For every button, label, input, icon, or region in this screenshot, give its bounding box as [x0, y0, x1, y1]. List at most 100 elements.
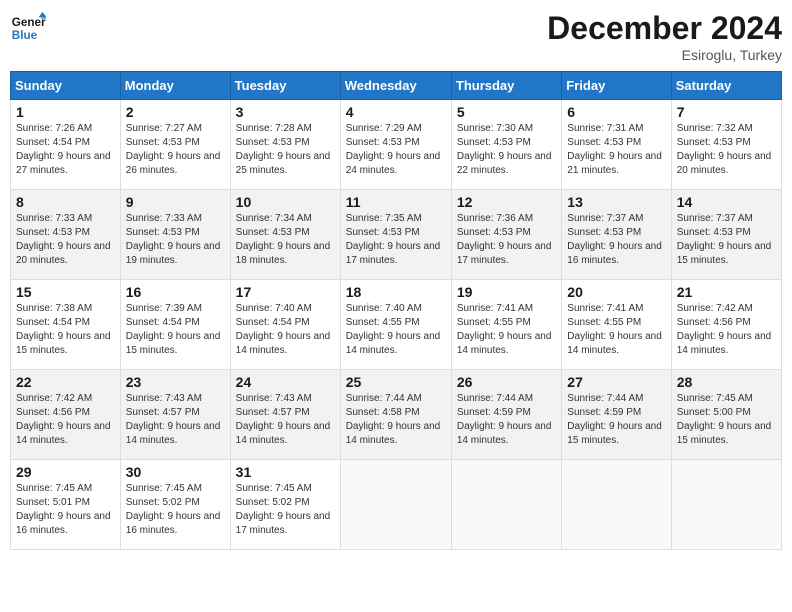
day-number: 9 — [126, 194, 225, 210]
calendar-cell: 10 Sunrise: 7:34 AMSunset: 4:53 PMDayligh… — [230, 190, 340, 280]
day-number: 26 — [457, 374, 556, 390]
day-info: Sunrise: 7:41 AMSunset: 4:55 PMDaylight:… — [457, 302, 556, 358]
day-info: Sunrise: 7:37 AMSunset: 4:53 PMDaylight:… — [677, 212, 776, 268]
calendar-cell: 23 Sunrise: 7:43 AMSunset: 4:57 PMDayligh… — [120, 370, 230, 460]
day-info: Sunrise: 7:28 AMSunset: 4:53 PMDaylight:… — [236, 122, 335, 178]
calendar-cell: 13 Sunrise: 7:37 AMSunset: 4:53 PMDayligh… — [562, 190, 671, 280]
day-info: Sunrise: 7:27 AMSunset: 4:53 PMDaylight:… — [126, 122, 225, 178]
day-header-wednesday: Wednesday — [340, 72, 451, 100]
day-number: 30 — [126, 464, 225, 480]
calendar-cell — [671, 460, 781, 550]
calendar-cell: 15 Sunrise: 7:38 AMSunset: 4:54 PMDayligh… — [11, 280, 121, 370]
logo-icon: General Blue — [10, 10, 46, 46]
calendar-cell: 4 Sunrise: 7:29 AMSunset: 4:53 PMDaylight… — [340, 100, 451, 190]
day-info: Sunrise: 7:44 AMSunset: 4:59 PMDaylight:… — [567, 392, 665, 448]
day-info: Sunrise: 7:44 AMSunset: 4:58 PMDaylight:… — [346, 392, 446, 448]
calendar-table: SundayMondayTuesdayWednesdayThursdayFrid… — [10, 71, 782, 550]
calendar-cell: 9 Sunrise: 7:33 AMSunset: 4:53 PMDaylight… — [120, 190, 230, 280]
calendar-cell: 24Sunrise: 7:43 AMSunset: 4:57 PMDayligh… — [230, 370, 340, 460]
calendar-cell: 21Sunrise: 7:42 AMSunset: 4:56 PMDayligh… — [671, 280, 781, 370]
calendar-cell: 30 Sunrise: 7:45 AMSunset: 5:02 PMDayligh… — [120, 460, 230, 550]
day-info: Sunrise: 7:31 AMSunset: 4:53 PMDaylight:… — [567, 122, 665, 178]
day-info: Sunrise: 7:33 AMSunset: 4:53 PMDaylight:… — [16, 212, 115, 268]
day-number: 1 — [16, 104, 115, 120]
page-header: General Blue December 2024 Esiroglu, Tur… — [10, 10, 782, 63]
day-info: Sunrise: 7:45 AMSunset: 5:00 PMDaylight:… — [677, 392, 776, 448]
calendar-header-row: SundayMondayTuesdayWednesdayThursdayFrid… — [11, 72, 782, 100]
day-number: 24 — [236, 374, 335, 390]
day-number: 13 — [567, 194, 665, 210]
day-info: Sunrise: 7:45 AMSunset: 5:02 PMDaylight:… — [236, 482, 335, 538]
day-number: 22 — [16, 374, 115, 390]
calendar-week-row: 29Sunrise: 7:45 AMSunset: 5:01 PMDayligh… — [11, 460, 782, 550]
day-info: Sunrise: 7:45 AMSunset: 5:02 PMDaylight:… — [126, 482, 225, 538]
day-number: 20 — [567, 284, 665, 300]
calendar-cell: 31 Sunrise: 7:45 AMSunset: 5:02 PMDayligh… — [230, 460, 340, 550]
day-header-sunday: Sunday — [11, 72, 121, 100]
day-header-tuesday: Tuesday — [230, 72, 340, 100]
day-number: 18 — [346, 284, 446, 300]
day-info: Sunrise: 7:37 AMSunset: 4:53 PMDaylight:… — [567, 212, 665, 268]
calendar-cell: 27 Sunrise: 7:44 AMSunset: 4:59 PMDayligh… — [562, 370, 671, 460]
day-number: 25 — [346, 374, 446, 390]
calendar-cell: 7Sunrise: 7:32 AMSunset: 4:53 PMDaylight… — [671, 100, 781, 190]
day-number: 31 — [236, 464, 335, 480]
calendar-cell: 16Sunrise: 7:39 AMSunset: 4:54 PMDayligh… — [120, 280, 230, 370]
day-number: 19 — [457, 284, 556, 300]
day-number: 15 — [16, 284, 115, 300]
logo: General Blue — [10, 10, 46, 46]
day-number: 29 — [16, 464, 115, 480]
day-number: 12 — [457, 194, 556, 210]
calendar-cell: 11Sunrise: 7:35 AMSunset: 4:53 PMDayligh… — [340, 190, 451, 280]
title-block: December 2024 Esiroglu, Turkey — [547, 10, 782, 63]
day-number: 23 — [126, 374, 225, 390]
calendar-week-row: 1 Sunrise: 7:26 AMSunset: 4:54 PMDaylight… — [11, 100, 782, 190]
day-number: 5 — [457, 104, 556, 120]
day-info: Sunrise: 7:42 AMSunset: 4:56 PMDaylight:… — [677, 302, 776, 358]
day-number: 6 — [567, 104, 665, 120]
calendar-cell: 17 Sunrise: 7:40 AMSunset: 4:54 PMDayligh… — [230, 280, 340, 370]
day-header-monday: Monday — [120, 72, 230, 100]
calendar-cell: 18 Sunrise: 7:40 AMSunset: 4:55 PMDayligh… — [340, 280, 451, 370]
day-number: 17 — [236, 284, 335, 300]
day-number: 8 — [16, 194, 115, 210]
calendar-cell: 22 Sunrise: 7:42 AMSunset: 4:56 PMDayligh… — [11, 370, 121, 460]
day-info: Sunrise: 7:26 AMSunset: 4:54 PMDaylight:… — [16, 122, 115, 178]
day-info: Sunrise: 7:33 AMSunset: 4:53 PMDaylight:… — [126, 212, 225, 268]
calendar-cell: 6 Sunrise: 7:31 AMSunset: 4:53 PMDaylight… — [562, 100, 671, 190]
day-number: 14 — [677, 194, 776, 210]
day-info: Sunrise: 7:38 AMSunset: 4:54 PMDaylight:… — [16, 302, 115, 358]
day-header-saturday: Saturday — [671, 72, 781, 100]
calendar-cell: 25 Sunrise: 7:44 AMSunset: 4:58 PMDayligh… — [340, 370, 451, 460]
calendar-cell: 2 Sunrise: 7:27 AMSunset: 4:53 PMDaylight… — [120, 100, 230, 190]
day-info: Sunrise: 7:29 AMSunset: 4:53 PMDaylight:… — [346, 122, 446, 178]
day-info: Sunrise: 7:40 AMSunset: 4:55 PMDaylight:… — [346, 302, 446, 358]
calendar-week-row: 15 Sunrise: 7:38 AMSunset: 4:54 PMDayligh… — [11, 280, 782, 370]
svg-text:Blue: Blue — [12, 29, 38, 42]
location-title: Esiroglu, Turkey — [547, 47, 782, 63]
calendar-cell: 20Sunrise: 7:41 AMSunset: 4:55 PMDayligh… — [562, 280, 671, 370]
day-info: Sunrise: 7:44 AMSunset: 4:59 PMDaylight:… — [457, 392, 556, 448]
day-number: 11 — [346, 194, 446, 210]
month-title: December 2024 — [547, 10, 782, 47]
day-number: 10 — [236, 194, 335, 210]
day-info: Sunrise: 7:40 AMSunset: 4:54 PMDaylight:… — [236, 302, 335, 358]
day-info: Sunrise: 7:42 AMSunset: 4:56 PMDaylight:… — [16, 392, 115, 448]
day-info: Sunrise: 7:32 AMSunset: 4:53 PMDaylight:… — [677, 122, 776, 178]
calendar-cell — [340, 460, 451, 550]
svg-text:General: General — [12, 16, 46, 29]
day-number: 4 — [346, 104, 446, 120]
day-number: 28 — [677, 374, 776, 390]
day-header-friday: Friday — [562, 72, 671, 100]
calendar-week-row: 8 Sunrise: 7:33 AMSunset: 4:53 PMDaylight… — [11, 190, 782, 280]
day-number: 3 — [236, 104, 335, 120]
day-info: Sunrise: 7:34 AMSunset: 4:53 PMDaylight:… — [236, 212, 335, 268]
calendar-cell: 19 Sunrise: 7:41 AMSunset: 4:55 PMDayligh… — [451, 280, 561, 370]
day-info: Sunrise: 7:43 AMSunset: 4:57 PMDaylight:… — [126, 392, 225, 448]
calendar-cell — [451, 460, 561, 550]
day-number: 27 — [567, 374, 665, 390]
calendar-cell: 3 Sunrise: 7:28 AMSunset: 4:53 PMDaylight… — [230, 100, 340, 190]
calendar-week-row: 22 Sunrise: 7:42 AMSunset: 4:56 PMDayligh… — [11, 370, 782, 460]
calendar-cell — [562, 460, 671, 550]
day-number: 2 — [126, 104, 225, 120]
